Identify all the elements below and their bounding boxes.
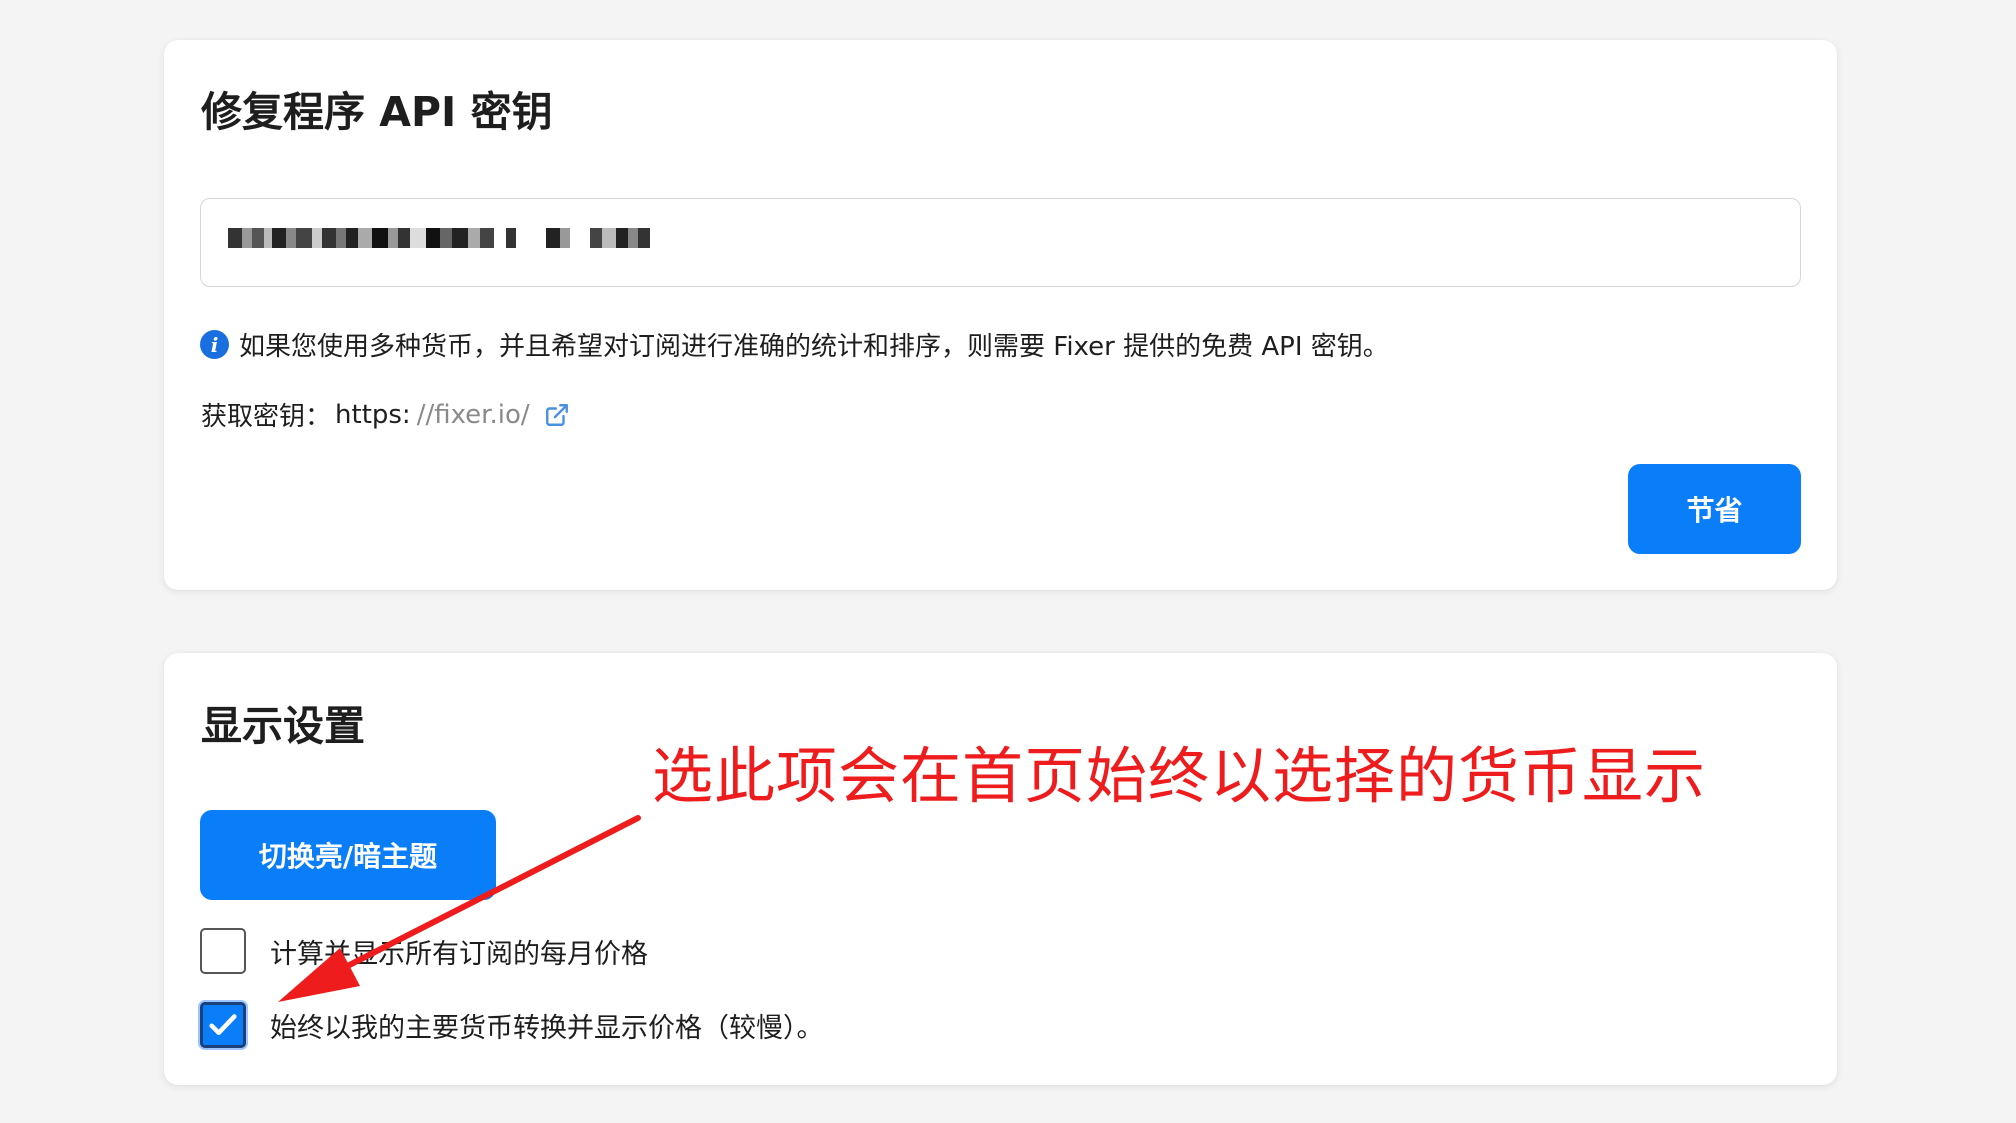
page: 修复程序 API 密钥 i 如果您使用多种货币，并且希望对订阅进行准确的统计和排… [0,0,2016,1123]
api-key-title: 修复程序 API 密钥 [201,88,553,136]
monthly-price-option[interactable]: 计算并显示所有订阅的每月价格 [200,928,648,974]
info-row: i 如果您使用多种货币，并且希望对订阅进行准确的统计和排序，则需要 Fixer … [200,326,1389,363]
toggle-theme-button[interactable]: 切换亮/暗主题 [200,810,496,900]
get-key-row: 获取密钥： https: //fixer.io/ [201,396,570,433]
monthly-price-label: 计算并显示所有订阅的每月价格 [270,938,648,970]
annotation-text: 选此项会在首页始终以选择的货币显示 [652,741,1707,812]
info-icon: i [200,330,229,359]
monthly-price-checkbox[interactable] [200,928,246,974]
save-button[interactable]: 节省 [1628,464,1801,554]
external-link-icon[interactable] [544,402,570,428]
display-settings-title: 显示设置 [201,702,365,750]
info-text: 如果您使用多种货币，并且希望对订阅进行准确的统计和排序，则需要 Fixer 提供… [239,332,1389,362]
get-key-https[interactable]: https: [335,400,411,430]
convert-currency-label: 始终以我的主要货币转换并显示价格（较慢）。 [270,1012,824,1044]
checkmark-icon [209,1014,237,1036]
get-key-link[interactable]: //fixer.io/ [417,400,530,430]
display-settings-card: 显示设置 切换亮/暗主题 计算并显示所有订阅的每月价格 始终以我的主要货币转换并… [164,653,1837,1085]
get-key-label: 获取密钥： [201,402,332,432]
convert-currency-checkbox[interactable] [200,1002,246,1048]
api-key-card: 修复程序 API 密钥 i 如果您使用多种货币，并且希望对订阅进行准确的统计和排… [164,40,1837,590]
convert-currency-option[interactable]: 始终以我的主要货币转换并显示价格（较慢）。 [200,1002,824,1048]
api-key-value-masked [228,228,650,248]
